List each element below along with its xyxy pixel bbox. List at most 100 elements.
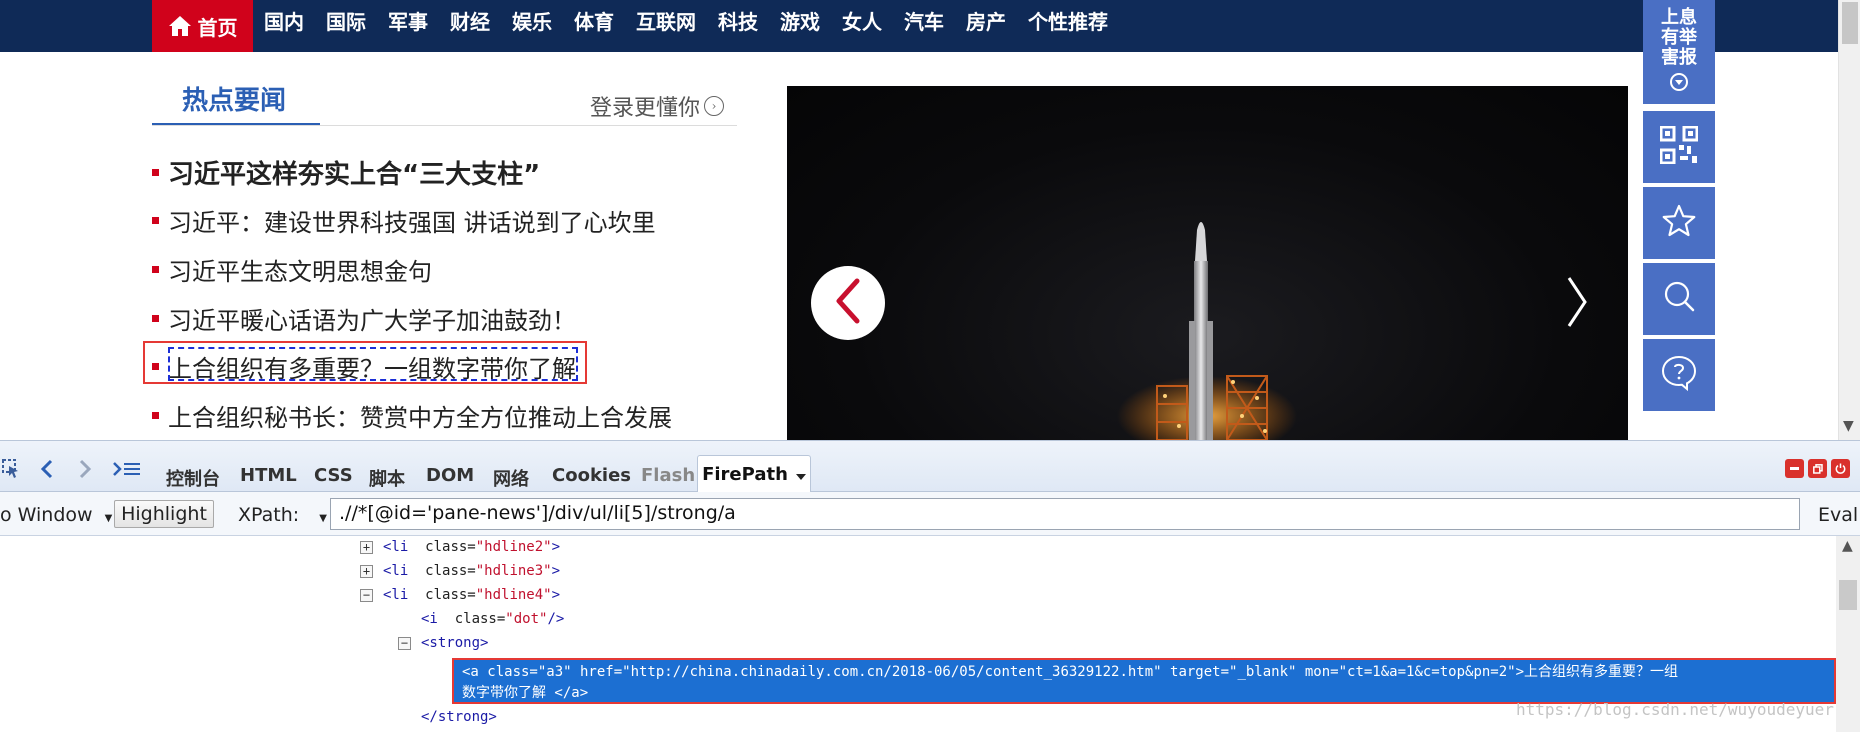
report-label: 上息有举害报: [1661, 7, 1697, 68]
collapse-icon[interactable]: −: [398, 636, 411, 650]
nav-item-domestic[interactable]: 国内: [253, 0, 315, 52]
tree-node-i[interactable]: <i class="dot"/>: [421, 608, 564, 630]
eval-button[interactable]: Eval: [1818, 504, 1858, 526]
report-button[interactable]: 上息有举害报: [1643, 0, 1715, 104]
nav-item-auto[interactable]: 汽车: [893, 0, 955, 52]
tree-node-partial: </li>: [386, 728, 428, 732]
headline-text: 习近平暖心话语为广大学子加油鼓劲！: [168, 306, 576, 335]
nav-item-international[interactable]: 国际: [315, 0, 377, 52]
headlines-title: 热点要闻: [182, 86, 287, 116]
back-arrow-icon[interactable]: [40, 459, 54, 484]
slideshow-prev-button[interactable]: [811, 266, 885, 340]
headline-item[interactable]: 习近平生态文明思想金句: [152, 249, 432, 289]
page-scrollbar-thumb[interactable]: [1842, 2, 1858, 44]
nav-item-finance[interactable]: 财经: [439, 0, 501, 52]
headline-text: 习近平生态文明思想金句: [168, 257, 432, 286]
expand-icon[interactable]: +: [360, 540, 373, 554]
xpath-input[interactable]: .//*[@id='pane-news']/div/ul/li[5]/stron…: [330, 498, 1800, 530]
firepath-element-outline: [168, 347, 578, 381]
tab-script[interactable]: 脚本: [369, 465, 405, 491]
dropdown-arrow-icon: ▼: [319, 513, 327, 524]
window-dropdown[interactable]: o Window ▼: [0, 504, 112, 526]
tree-node-li[interactable]: + <li class="hdline3">: [360, 560, 560, 582]
tab-cookies[interactable]: Cookies: [552, 465, 631, 486]
login-link[interactable]: 登录更懂你 ›: [590, 90, 725, 122]
tab-firepath-label: FirePath: [702, 464, 788, 485]
highlight-button[interactable]: Highlight: [114, 500, 214, 528]
feedback-button[interactable]: [1643, 339, 1715, 411]
browser-viewport: 首页 国内 国际 军事 财经 娱乐 体育 互联网 科技 游戏 女人 汽车 房产 …: [0, 0, 1860, 732]
headline-text: 习近平：建设世界科技强国 讲话说到了心坎里: [168, 208, 656, 237]
headline-item[interactable]: 习近平这样夯实上合“三大支柱”: [152, 152, 540, 192]
tab-dom[interactable]: DOM: [426, 465, 474, 486]
devtools-scrollbar[interactable]: ▲: [1836, 536, 1860, 732]
xpath-selector-dropdown[interactable]: XPath: ▼: [238, 504, 327, 526]
expand-icon[interactable]: +: [360, 564, 373, 578]
tab-css[interactable]: CSS: [314, 465, 353, 486]
tree-node-li-expanded[interactable]: − <li class="hdline4">: [360, 584, 560, 606]
tab-network[interactable]: 网络: [493, 465, 529, 491]
chevron-left-icon: [833, 278, 863, 328]
headline-item[interactable]: 习近平：建设世界科技强国 讲话说到了心坎里: [152, 200, 656, 240]
tab-html[interactable]: HTML: [240, 465, 297, 486]
nav-item-military[interactable]: 军事: [377, 0, 439, 52]
tree-node-li[interactable]: + <li class="hdline2">: [360, 536, 560, 558]
qr-code-icon: [1659, 125, 1699, 168]
login-link-label: 登录更懂你: [590, 96, 701, 121]
nav-item-entertainment[interactable]: 娱乐: [501, 0, 563, 52]
top-navigation-bar: 首页 国内 国际 军事 财经 娱乐 体育 互联网 科技 游戏 女人 汽车 房产 …: [0, 0, 1860, 52]
star-icon: [1661, 203, 1697, 243]
tab-firepath[interactable]: FirePath: [697, 455, 811, 493]
tab-flash[interactable]: Flash: [641, 465, 695, 486]
chevron-down-circle-icon: [1669, 72, 1689, 96]
nav-home-label: 首页: [197, 15, 238, 40]
headline-item[interactable]: 习近平暖心话语为广大学子加油鼓劲！: [152, 298, 576, 338]
minimize-icon[interactable]: [1785, 459, 1804, 478]
page-scrollbar[interactable]: ▼: [1838, 0, 1860, 440]
window-dropdown-label: o Window: [0, 504, 93, 526]
power-close-icon[interactable]: [1831, 459, 1850, 478]
dropdown-arrow-icon: ▼: [104, 513, 113, 524]
devtools-panel: 控制台 HTML CSS 脚本 DOM 网络 Cookies Flash Fir…: [0, 440, 1860, 732]
headline-text: 上合组织秘书长：赞赏中方全方位推动上合发展: [168, 403, 672, 432]
qr-code-button[interactable]: [1643, 111, 1715, 183]
search-button[interactable]: [1643, 263, 1715, 335]
nav-item-personalized[interactable]: 个性推荐: [1017, 0, 1119, 52]
dropdown-arrow-icon: [795, 464, 806, 485]
chevron-down-icon[interactable]: ▼: [1843, 418, 1854, 434]
headline-text: 习近平这样夯实上合“三大支柱”: [168, 159, 541, 190]
nav-item-internet[interactable]: 互联网: [625, 0, 707, 52]
nav-item-games[interactable]: 游戏: [769, 0, 831, 52]
home-icon: [168, 15, 192, 37]
nav-home-button[interactable]: 首页: [152, 0, 253, 52]
nav-item-realestate[interactable]: 房产: [955, 0, 1017, 52]
firepath-toolbar: o Window ▼ Highlight XPath: ▼ .//*[@id='…: [0, 492, 1860, 536]
bullet-icon: [152, 216, 159, 224]
collapse-icon[interactable]: −: [360, 588, 373, 602]
selected-node-a[interactable]: <a class="a3" href="http://china.chinada…: [452, 658, 1836, 704]
inspect-cursor-icon[interactable]: [2, 459, 20, 484]
nav-item-sports[interactable]: 体育: [563, 0, 625, 52]
devtools-scrollbar-thumb[interactable]: [1839, 580, 1857, 610]
watermark: https://blog.csdn.net/wuyoudeyuer: [1516, 700, 1834, 719]
news-slideshow[interactable]: [787, 86, 1628, 440]
bullet-icon: [152, 411, 159, 419]
command-line-icon[interactable]: [112, 459, 142, 484]
forward-arrow-icon[interactable]: [78, 459, 92, 484]
tab-console[interactable]: 控制台: [166, 465, 220, 491]
headline-item[interactable]: 上合组织秘书长：赞赏中方全方位推动上合发展: [152, 395, 672, 435]
nav-item-women[interactable]: 女人: [831, 0, 893, 52]
favorite-button[interactable]: [1643, 187, 1715, 259]
bullet-icon: [152, 168, 159, 176]
search-icon: [1661, 279, 1697, 319]
chevron-up-icon[interactable]: ▲: [1842, 538, 1853, 554]
nav-item-tech[interactable]: 科技: [707, 0, 769, 52]
bullet-icon: [152, 265, 159, 273]
rocket-launch-image: [1117, 222, 1297, 440]
tree-node-strong[interactable]: − <strong>: [398, 632, 488, 654]
tree-node-strong-close[interactable]: </strong>: [421, 706, 497, 728]
chevron-right-circle-icon: ›: [704, 96, 725, 116]
bullet-icon: [152, 314, 159, 322]
slideshow-next-button[interactable]: [1562, 276, 1592, 332]
restore-icon[interactable]: [1808, 459, 1827, 478]
